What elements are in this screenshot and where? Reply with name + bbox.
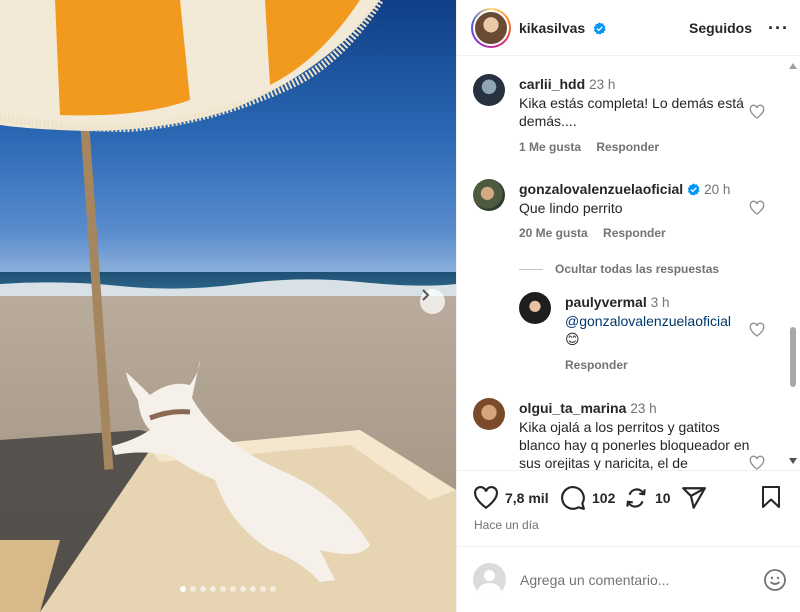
carousel-dot[interactable] <box>240 586 246 592</box>
share-icon <box>682 487 706 509</box>
comment-time[interactable]: 23 h <box>630 401 656 416</box>
share-button[interactable] <box>681 485 707 511</box>
comment-time[interactable]: 3 h <box>651 295 670 310</box>
repost-count[interactable]: 10 <box>655 490 671 506</box>
post-photo[interactable] <box>0 0 456 612</box>
carousel-dot[interactable] <box>250 586 256 592</box>
following-button[interactable]: Seguidos <box>689 20 752 36</box>
chevron-right-icon <box>422 289 430 301</box>
post-header: kikasilvas Seguidos ··· <box>457 0 800 56</box>
heart-icon[interactable] <box>749 322 765 338</box>
scrollbar-thumb[interactable] <box>790 327 796 387</box>
scroll-down-icon[interactable] <box>789 458 797 464</box>
comment-meta: 20 Me gusta Responder <box>519 226 678 240</box>
verified-icon <box>687 183 700 196</box>
heart-icon <box>474 485 498 510</box>
comment-time[interactable]: 20 h <box>704 182 730 197</box>
current-user-avatar[interactable] <box>473 563 506 596</box>
hide-replies-label[interactable]: Ocultar todas las respuestas <box>555 262 719 276</box>
post-side-panel: kikasilvas Seguidos ··· carlii_hdd 23 h K… <box>456 0 800 612</box>
like-count[interactable]: 7,8 mil <box>505 490 549 506</box>
heart-icon[interactable] <box>749 104 765 120</box>
reply-button[interactable]: Responder <box>565 358 628 372</box>
mention-link[interactable]: @gonzalovalenzuelaoficial <box>565 313 731 329</box>
repost-icon <box>626 488 646 508</box>
carousel-dot[interactable] <box>270 586 276 592</box>
carousel-dot[interactable] <box>220 586 226 592</box>
reply-button[interactable]: Responder <box>596 140 659 154</box>
hide-replies-button[interactable]: Ocultar todas las respuestas <box>519 262 719 276</box>
carousel-dot[interactable] <box>230 586 236 592</box>
post-actions: 7,8 mil 102 10 Hace un día <box>457 470 800 542</box>
comments-list[interactable]: carlii_hdd 23 h Kika estás completa! Lo d… <box>457 57 800 470</box>
reply-button[interactable]: Responder <box>603 226 666 240</box>
author-avatar[interactable] <box>471 7 511 48</box>
carousel-dot[interactable] <box>260 586 266 592</box>
bookmark-icon <box>762 486 780 508</box>
scroll-up-icon[interactable] <box>789 63 797 69</box>
add-comment-bar <box>457 546 800 612</box>
heart-icon[interactable] <box>749 200 765 216</box>
commenter-username[interactable]: paulyvermal <box>565 294 647 310</box>
carousel-dot[interactable] <box>200 586 206 592</box>
comment-text: Kika estás completa! Lo demás está demás… <box>519 95 744 129</box>
author-username-text[interactable]: kikasilvas <box>519 20 585 36</box>
repost-button[interactable]: 10 <box>623 485 671 511</box>
post-timestamp[interactable]: Hace un día <box>474 518 539 532</box>
comment-count[interactable]: 102 <box>592 490 615 506</box>
carousel-indicator <box>0 586 456 592</box>
comment-icon <box>561 486 585 510</box>
comment-text: Que lindo perrito <box>519 200 623 216</box>
carousel-dot[interactable] <box>190 586 196 592</box>
carousel-dot[interactable] <box>210 586 216 592</box>
comment-text: Kika ojalá a los perritos y gatitos blan… <box>519 419 750 470</box>
comment-meta: Responder <box>565 358 640 372</box>
commenter-username[interactable]: gonzalovalenzuelaoficial <box>519 181 683 197</box>
comment-time[interactable]: 23 h <box>589 77 615 92</box>
commenter-avatar[interactable] <box>473 179 505 211</box>
commenter-username[interactable]: carlii_hdd <box>519 76 585 92</box>
commenter-username[interactable]: olgui_ta_marina <box>519 400 626 416</box>
carousel-next-button[interactable] <box>420 289 445 314</box>
replier-avatar[interactable] <box>519 292 551 324</box>
emoji-icon[interactable] <box>763 568 787 592</box>
comment-button[interactable]: 102 <box>560 485 615 511</box>
commenter-avatar[interactable] <box>473 398 505 430</box>
comment-meta: 1 Me gusta Responder <box>519 140 671 154</box>
add-comment-input[interactable] <box>520 571 763 588</box>
verified-icon <box>593 21 606 35</box>
comment-likes[interactable]: 20 Me gusta <box>519 226 588 240</box>
heart-icon[interactable] <box>749 455 765 470</box>
comment-likes[interactable]: 1 Me gusta <box>519 140 581 154</box>
more-icon[interactable]: ··· <box>768 19 789 37</box>
carousel-dot[interactable] <box>180 586 186 592</box>
author-username[interactable]: kikasilvas <box>519 20 606 36</box>
like-button[interactable]: 7,8 mil <box>473 485 549 511</box>
comments-scrollbar[interactable] <box>786 57 800 470</box>
commenter-avatar[interactable] <box>473 74 505 106</box>
reply-emoji: 😊 <box>565 331 580 347</box>
beach-dog-photo <box>0 0 456 612</box>
save-button[interactable] <box>759 485 783 509</box>
